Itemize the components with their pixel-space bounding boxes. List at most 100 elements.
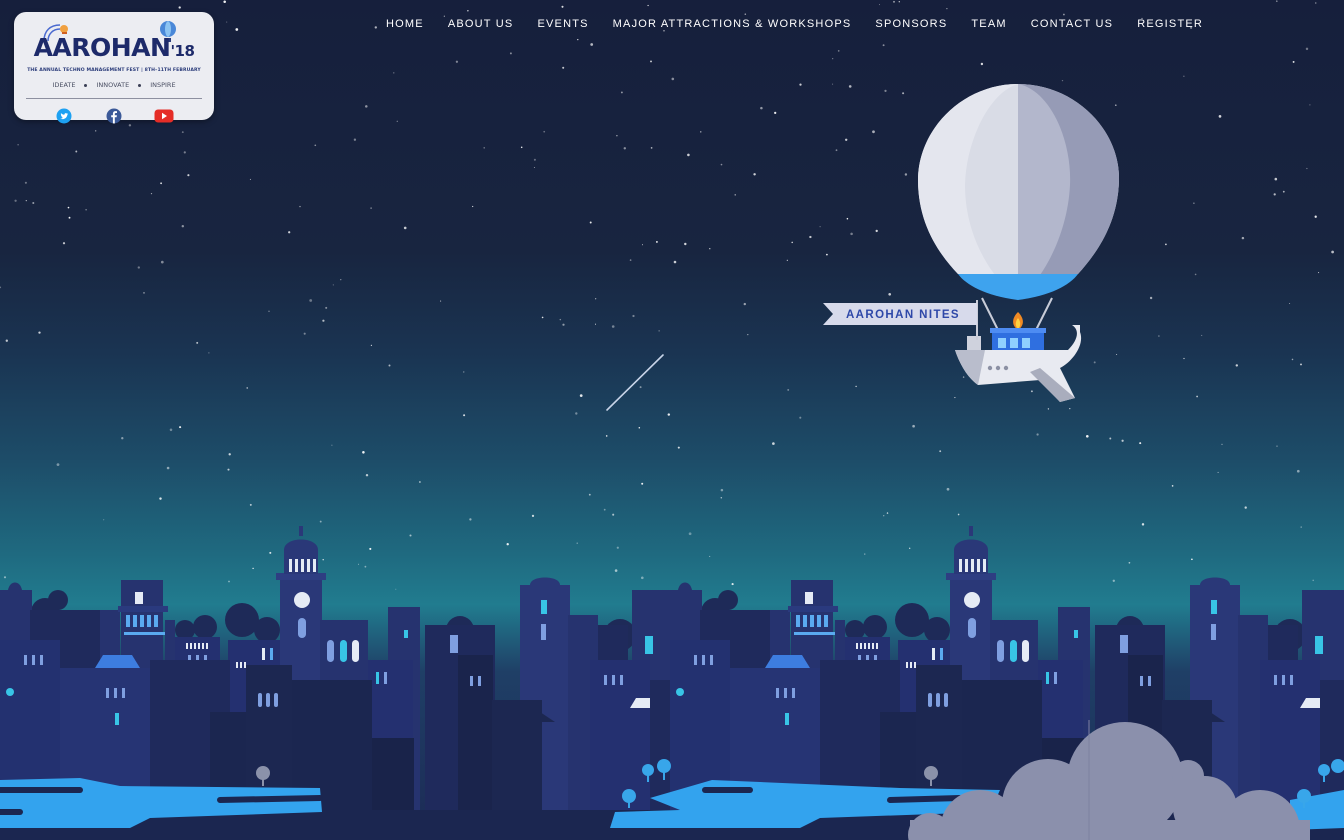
star (14, 199, 17, 202)
star (166, 466, 170, 470)
star (1276, 0, 1278, 2)
star (187, 174, 190, 177)
nav-contact-us[interactable]: CONTACT US (1021, 15, 1124, 33)
star (893, 0, 895, 3)
star (269, 551, 272, 554)
banner-text: AAROHAN NITES (846, 309, 960, 321)
star (677, 446, 680, 449)
star (957, 513, 960, 516)
star (249, 503, 252, 506)
star (17, 144, 19, 146)
star (1306, 167, 1308, 170)
nav-events[interactable]: EVENTS (527, 15, 598, 33)
star (946, 7, 948, 10)
logo-tagline: IDEATE INNOVATE INSPIRE (14, 81, 214, 89)
star (641, 244, 644, 246)
star (228, 580, 230, 583)
star (531, 514, 535, 518)
star (902, 92, 905, 95)
star (640, 576, 644, 580)
star (533, 158, 536, 161)
star (506, 543, 509, 546)
star (954, 397, 956, 399)
star (786, 259, 788, 261)
star (1305, 47, 1309, 51)
twitter-link[interactable] (54, 107, 74, 125)
star (340, 279, 342, 281)
nav-home[interactable]: HOME (376, 15, 434, 33)
nav-team[interactable]: TEAM (961, 15, 1016, 33)
star (1244, 506, 1247, 509)
star (720, 163, 723, 166)
star (364, 565, 367, 568)
star (760, 106, 763, 110)
star (228, 453, 231, 456)
youtube-link[interactable] (154, 107, 174, 125)
nav-major-attractions[interactable]: MAJOR ATTRACTIONS & WORKSHOPS (603, 15, 862, 33)
star (85, 209, 87, 211)
logo-card[interactable]: AAROHAN'18 THE ANNUAL TECHNO MANAGEMENT … (14, 12, 214, 124)
tag-inspire: INSPIRE (150, 81, 176, 89)
facebook-link[interactable] (104, 107, 124, 125)
nav-about-us[interactable]: ABOUT US (438, 15, 524, 33)
star (576, 542, 578, 544)
star (684, 242, 687, 246)
star (650, 60, 652, 63)
star (709, 555, 711, 557)
star (845, 138, 848, 141)
star (819, 226, 821, 228)
star (181, 131, 184, 134)
star (720, 497, 723, 499)
star (612, 513, 615, 516)
star (1061, 79, 1064, 82)
nav-sponsors[interactable]: SPONSORS (865, 15, 957, 33)
star (160, 260, 164, 264)
logo-divider (26, 98, 202, 99)
star (150, 193, 153, 195)
star (543, 130, 546, 133)
star (455, 60, 459, 63)
star (395, 588, 397, 590)
star (590, 43, 594, 46)
twitter-icon (56, 108, 72, 124)
star (562, 323, 565, 326)
tag-separator (84, 83, 88, 87)
star (980, 62, 984, 66)
shooting-star (606, 354, 664, 411)
star (629, 259, 632, 261)
star (1276, 445, 1278, 447)
star (638, 427, 641, 429)
star (3, 576, 7, 579)
star (898, 1, 900, 3)
star (655, 240, 658, 243)
star (962, 376, 965, 378)
star (1282, 190, 1285, 193)
star (1069, 408, 1071, 410)
star (1030, 390, 1033, 393)
star (463, 414, 466, 417)
star (753, 173, 756, 176)
star (837, 50, 840, 52)
star (353, 138, 357, 141)
star (1300, 526, 1302, 528)
nav-register[interactable]: REGISTER (1127, 15, 1213, 33)
star (1047, 408, 1050, 410)
star (509, 52, 512, 55)
star (1217, 471, 1219, 473)
star (252, 567, 254, 570)
star (855, 385, 857, 388)
star (878, 4, 881, 6)
star (1235, 364, 1239, 367)
star (541, 316, 544, 319)
star (588, 493, 591, 496)
logo-year: '18 (170, 42, 195, 60)
star (595, 298, 597, 300)
star (1036, 433, 1039, 436)
star (639, 386, 642, 389)
star (1315, 2, 1317, 4)
star (623, 147, 626, 150)
star (589, 221, 592, 224)
star (575, 412, 578, 415)
star (611, 325, 615, 328)
star (872, 130, 875, 134)
